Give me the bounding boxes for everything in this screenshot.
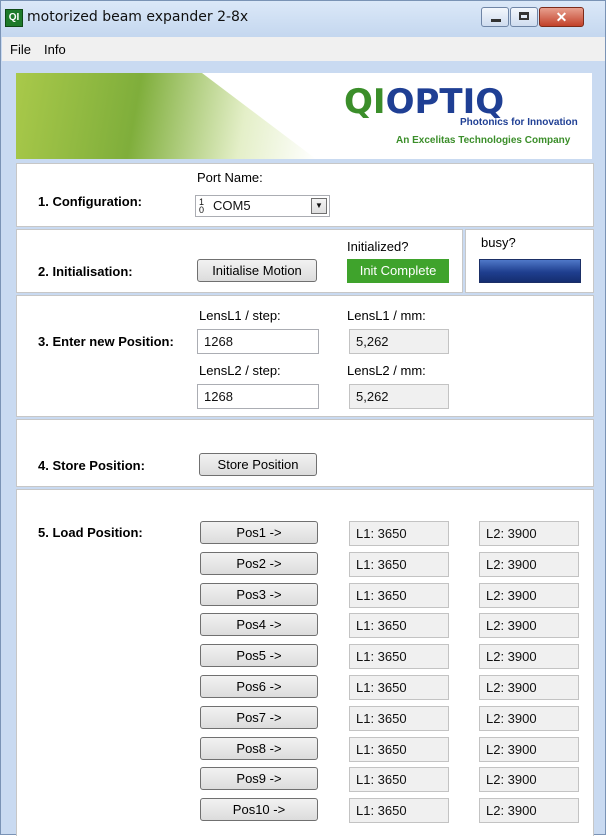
busy-label: busy? [481,235,516,250]
load-l1-value: L1: 3650 [349,521,449,546]
lens2-step-input[interactable]: 1268 [197,384,319,409]
logo-company: An Excelitas Technologies Company [396,135,571,146]
load-l1-value: L1: 3650 [349,613,449,638]
serial-port-icon: 10 [199,197,205,215]
initialisation-label: 2. Initialisation: [38,264,133,279]
banner-graphic [16,73,316,159]
initialized-label: Initialized? [347,239,409,254]
port-name-label: Port Name: [197,170,263,185]
load-l1-value: L1: 3650 [349,644,449,669]
load-l1-value: L1: 3650 [349,706,449,731]
load-l2-value: L2: 3900 [479,767,579,792]
window-title: motorized beam expander 2-8x [27,9,249,25]
menu-file[interactable]: File [10,42,31,57]
load-l1-value: L1: 3650 [349,767,449,792]
title-bar[interactable]: QI motorized beam expander 2-8x ✕ [1,1,605,37]
load-position-button[interactable]: Pos8 -> [200,737,318,760]
load-l1-value: L1: 3650 [349,675,449,700]
load-l1-value: L1: 3650 [349,552,449,577]
close-icon: ✕ [555,9,568,25]
store-position-button[interactable]: Store Position [199,453,317,476]
enter-position-label: 3. Enter new Position: [38,334,174,349]
init-status-indicator: Init Complete [347,259,449,283]
configuration-label: 1. Configuration: [38,194,142,209]
chevron-down-icon[interactable]: ▼ [311,198,327,214]
app-window: QI motorized beam expander 2-8x ✕ File I… [0,0,606,836]
lens1-mm-label: LensL1 / mm: [347,308,426,323]
load-position-button[interactable]: Pos10 -> [200,798,318,821]
lens1-step-input[interactable]: 1268 [197,329,319,354]
port-select[interactable]: 10 COM5 ▼ [195,195,330,217]
minimize-icon [491,19,501,22]
maximize-button[interactable] [510,7,538,27]
load-position-button[interactable]: Pos6 -> [200,675,318,698]
load-position-button[interactable]: Pos1 -> [200,521,318,544]
load-l1-value: L1: 3650 [349,583,449,608]
load-l2-value: L2: 3900 [479,737,579,762]
qioptiq-logo: QIOPTIQ [344,82,504,119]
brand-banner: QIOPTIQ Photonics for Innovation An Exce… [16,73,592,159]
maximize-icon [519,12,529,20]
load-position-button[interactable]: Pos7 -> [200,706,318,729]
app-icon: QI [5,9,23,27]
load-l2-value: L2: 3900 [479,521,579,546]
load-l2-value: L2: 3900 [479,644,579,669]
load-l1-value: L1: 3650 [349,798,449,823]
load-position-button[interactable]: Pos9 -> [200,767,318,790]
lens1-step-label: LensL1 / step: [199,308,281,323]
load-l2-value: L2: 3900 [479,583,579,608]
lens2-mm-value: 5,262 [349,384,449,409]
menu-bar: File Info [2,37,605,61]
load-l2-value: L2: 3900 [479,706,579,731]
store-position-label: 4. Store Position: [38,458,145,473]
load-position-button[interactable]: Pos5 -> [200,644,318,667]
close-button[interactable]: ✕ [539,7,584,27]
load-l1-value: L1: 3650 [349,737,449,762]
lens2-mm-label: LensL2 / mm: [347,363,426,378]
logo-text: QIOPTIQ [344,82,504,119]
initialise-motion-button[interactable]: Initialise Motion [197,259,317,282]
port-select-value: COM5 [213,198,251,213]
minimize-button[interactable] [481,7,509,27]
lens1-mm-value: 5,262 [349,329,449,354]
load-position-label: 5. Load Position: [38,525,143,540]
load-position-button[interactable]: Pos3 -> [200,583,318,606]
menu-info[interactable]: Info [44,42,66,57]
lens2-step-label: LensL2 / step: [199,363,281,378]
load-position-button[interactable]: Pos2 -> [200,552,318,575]
load-position-button[interactable]: Pos4 -> [200,613,318,636]
logo-tagline: Photonics for Innovation [460,117,578,128]
load-l2-value: L2: 3900 [479,613,579,638]
load-l2-value: L2: 3900 [479,552,579,577]
load-l2-value: L2: 3900 [479,675,579,700]
busy-indicator [479,259,581,283]
load-l2-value: L2: 3900 [479,798,579,823]
